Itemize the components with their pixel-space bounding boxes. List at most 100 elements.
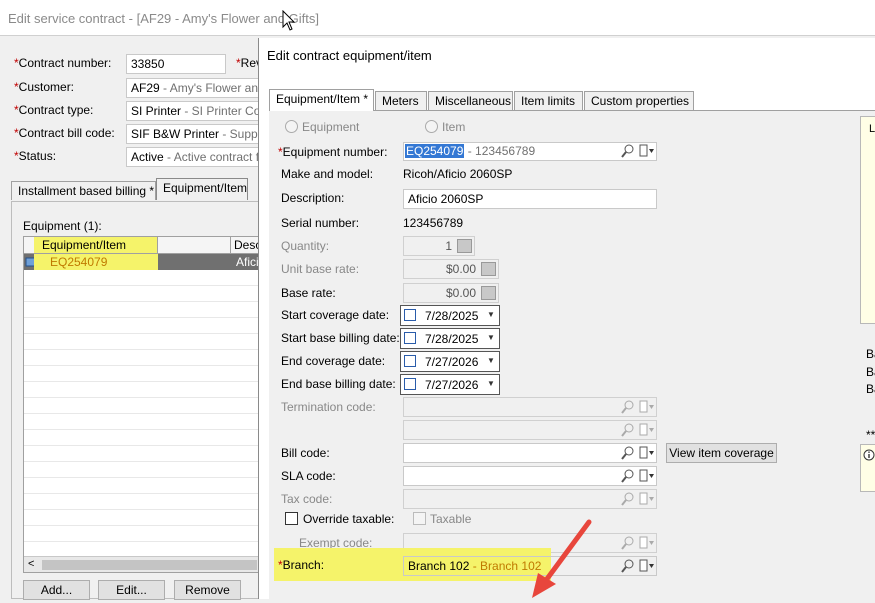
date-checkbox[interactable] <box>404 332 416 344</box>
taxable-checkbox <box>413 512 426 525</box>
termination-code-label: Termination code: <box>281 400 376 414</box>
tab-installment-billing[interactable]: Installment based billing * <box>11 181 156 200</box>
tax-code-label: Tax code: <box>281 492 333 506</box>
tab-equipment-item[interactable]: Equipment/Item <box>156 178 248 200</box>
edit-button[interactable]: Edit... <box>98 580 165 600</box>
dialog-body: Equipment Item *Equipment number: EQ2540… <box>269 110 875 599</box>
date-checkbox[interactable] <box>404 355 416 367</box>
table-row[interactable]: EQ254079 Afici <box>24 254 261 270</box>
status-label: *Status: <box>14 149 57 163</box>
taxable-label: Taxable <box>430 512 472 526</box>
tab-meters[interactable]: Meters <box>375 91 427 110</box>
info-icon <box>863 449 875 461</box>
quantity-label: Quantity: <box>281 239 330 253</box>
equipment-number-field[interactable]: EQ254079 - 123456789 <box>403 142 657 161</box>
right-ba-3: Ba <box>866 382 875 396</box>
equipment-number-label: *Equipment number: <box>278 145 388 159</box>
start-base-billing-date-field[interactable]: 7/28/2025 ▼ <box>400 328 500 349</box>
contract-type-label: *Contract type: <box>14 103 94 117</box>
bill-code-field[interactable] <box>403 443 657 463</box>
termination-code-field <box>403 397 657 417</box>
equipment-grid: Equipment/Item Descr EQ254079 Afici < <box>23 236 265 573</box>
chevron-down-icon[interactable]: ▼ <box>487 310 495 319</box>
radio-item[interactable] <box>425 120 438 133</box>
horizontal-scrollbar[interactable]: < <box>24 556 259 572</box>
status-field[interactable]: Active - Active contract for <box>126 147 260 167</box>
grid-header: Equipment/Item Descr <box>24 237 265 254</box>
flag-menu-icon[interactable] <box>639 469 655 483</box>
flag-menu-icon <box>639 423 654 436</box>
annotation-arrow <box>532 519 592 598</box>
calculator-icon[interactable] <box>481 286 496 300</box>
add-button[interactable]: Add... <box>23 580 90 600</box>
search-icon[interactable] <box>621 446 635 460</box>
flag-menu-icon[interactable] <box>639 144 655 158</box>
row-equipment-id: EQ254079 <box>50 255 108 269</box>
customer-field[interactable]: AF29 - Amy's Flower and Gi <box>126 78 260 98</box>
start-coverage-date-label: Start coverage date: <box>281 308 390 322</box>
search-icon[interactable] <box>621 559 635 573</box>
right-panel-letter: L <box>869 123 875 135</box>
tab-equipment-item-dialog[interactable]: Equipment/Item * <box>269 89 374 111</box>
termination-desc-field <box>403 420 657 440</box>
right-ba-2: Ba <box>866 365 875 379</box>
contract-type-field[interactable]: SI Printer - SI Printer Contra <box>126 101 260 121</box>
radio-equipment-label: Equipment <box>302 120 360 134</box>
contract-bill-code-field[interactable]: SIF B&W Printer - Supp & Fr <box>126 124 260 144</box>
view-item-coverage-button[interactable]: View item coverage <box>666 443 777 463</box>
tab-custom-properties[interactable]: Custom properties <box>584 91 694 110</box>
window-title: Edit service contract - [AF29 - Amy's Fl… <box>8 11 319 26</box>
description-field[interactable]: Aficio 2060SP <box>403 189 657 209</box>
end-coverage-date-field[interactable]: 7/27/2026 ▼ <box>400 351 500 372</box>
radio-item-label: Item <box>442 120 466 134</box>
override-taxable-checkbox[interactable] <box>285 512 298 525</box>
contract-bill-code-label: *Contract bill code: <box>14 126 115 140</box>
right-note-panel <box>860 444 875 492</box>
override-taxable-label: Override taxable: <box>303 512 395 526</box>
end-base-billing-date-field[interactable]: 7/27/2026 ▼ <box>400 374 500 395</box>
start-coverage-date-field[interactable]: 7/28/2025 ▼ <box>400 305 500 326</box>
right-info-panel: L <box>860 116 875 324</box>
bill-code-label: Bill code: <box>281 446 330 460</box>
flag-menu-icon[interactable] <box>639 446 655 460</box>
remove-button[interactable]: Remove <box>174 580 241 600</box>
col-header-equipment[interactable]: Equipment/Item <box>34 237 158 253</box>
make-model-value: Ricoh/Aficio 2060SP <box>403 167 513 181</box>
base-rate-label: Base rate: <box>281 286 336 300</box>
unit-base-rate-label: Unit base rate: <box>281 262 360 276</box>
serial-number-value: 123456789 <box>403 216 464 230</box>
flag-menu-icon[interactable] <box>639 559 655 573</box>
end-base-billing-date-label: End base billing date: <box>281 377 396 391</box>
edit-equipment-dialog: Edit contract equipment/item Equipment/I… <box>258 38 875 599</box>
search-icon[interactable] <box>621 469 635 483</box>
equipment-count-label: Equipment (1): <box>23 219 102 233</box>
chevron-down-icon[interactable]: ▼ <box>487 379 495 388</box>
calculator-icon <box>481 262 496 276</box>
make-model-label: Make and model: <box>281 167 374 181</box>
contract-tabs: Installment based billing * Equipment/It… <box>11 178 259 201</box>
serial-number-label: Serial number: <box>281 216 360 230</box>
date-checkbox[interactable] <box>404 378 416 390</box>
tab-item-limits[interactable]: Item limits <box>514 91 583 110</box>
search-icon <box>621 492 634 506</box>
calculator-icon <box>457 239 472 253</box>
search-icon[interactable] <box>621 144 635 158</box>
scroll-left-arrow-icon[interactable]: < <box>28 558 34 570</box>
equipment-panel: Equipment (1): Equipment/Item Descr EQ25… <box>11 201 265 600</box>
tax-code-field <box>403 489 657 509</box>
tab-miscellaneous[interactable]: Miscellaneous <box>428 91 513 110</box>
chevron-down-icon[interactable]: ▼ <box>487 356 495 365</box>
radio-equipment[interactable] <box>285 120 298 133</box>
sla-code-field[interactable] <box>403 466 657 486</box>
contract-number-field[interactable]: 33850 <box>126 54 226 74</box>
flag-menu-icon <box>639 492 654 505</box>
date-checkbox[interactable] <box>404 309 416 321</box>
end-coverage-date-label: End coverage date: <box>281 354 386 368</box>
search-icon <box>621 400 634 414</box>
chevron-down-icon[interactable]: ▼ <box>487 333 495 342</box>
scrollbar-thumb[interactable] <box>42 560 257 570</box>
sla-code-label: SLA code: <box>281 469 336 483</box>
description-label: Description: <box>281 191 345 205</box>
search-icon <box>621 536 634 550</box>
mouse-cursor-icon <box>282 10 296 31</box>
